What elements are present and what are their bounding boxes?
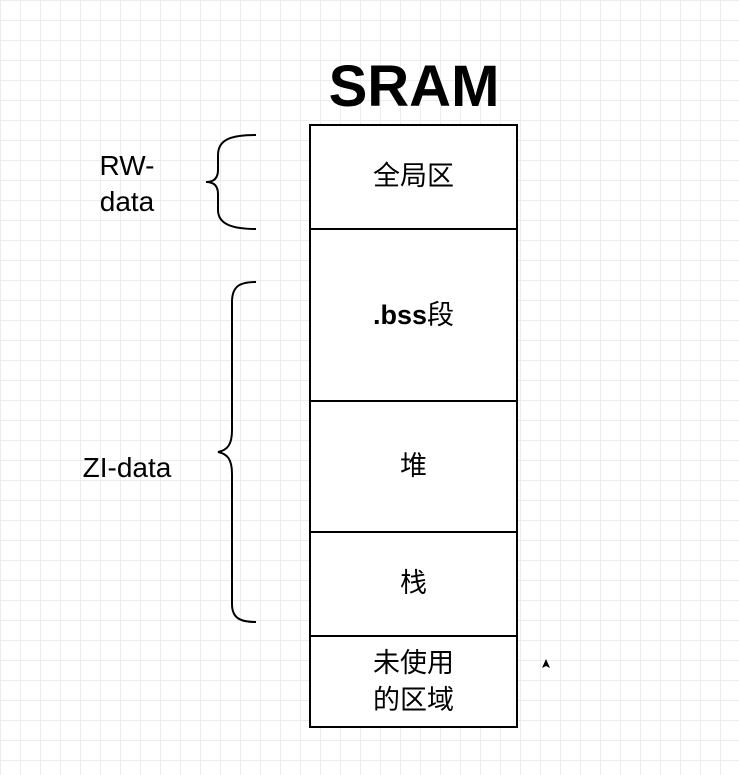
zi-data-brace (217, 281, 257, 623)
zi-data-label: ZI-data (82, 452, 172, 483)
rw-data-label: RW- data (99, 150, 155, 217)
mouse-cursor-icon (542, 659, 550, 668)
diagram-canvas: SRAM 全局区 .bss段 堆 栈 未使用 的区域 RW- data ZI-d… (0, 0, 739, 775)
rw-data-brace (205, 134, 257, 230)
group-braces (205, 134, 257, 623)
